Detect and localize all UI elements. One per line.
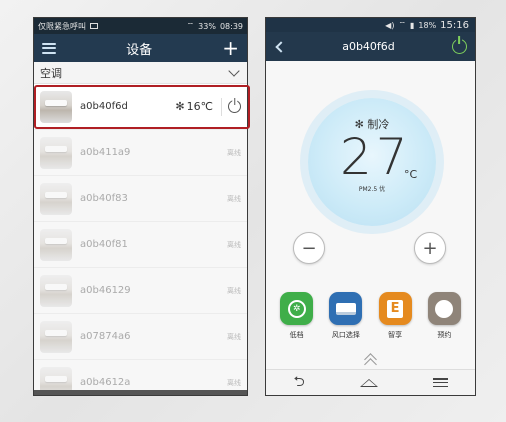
device-row[interactable]: a0b46129 离线 [34, 268, 247, 314]
wifi-icon: ⌔ [186, 21, 195, 30]
device-status: 离线 [227, 378, 241, 387]
device-status: 离线 [227, 332, 241, 341]
screenshot-icon [90, 23, 98, 29]
device-list-screen: 仅限紧急呼叫 ⌔ 33% 08:39 设备 + 空调 a0b40f6d ✻ 16… [33, 17, 248, 396]
function-label: 风口选择 [331, 331, 360, 339]
battery-percent: 18% [418, 20, 437, 30]
device-list: a0b40f6d ✻ 16℃ a0b411a9 离线 a0b40f83 离线 a… [34, 84, 247, 395]
device-name: a07874a6 [80, 331, 131, 342]
device-name: a0b4612a [80, 377, 131, 388]
chevron-down-icon [228, 64, 240, 77]
volume-icon: ◀) [385, 20, 395, 30]
highlight-box [34, 85, 250, 129]
aircon-thumbnail [40, 320, 72, 353]
power-icon[interactable] [451, 39, 467, 54]
temperature-unit: °C [404, 168, 418, 181]
function-row: ✲ 低档 风口选择 E 智享 预约 [266, 292, 475, 340]
fan-icon: ✲ [280, 292, 314, 325]
carrier-text: 仅限紧急呼叫 [38, 21, 86, 31]
system-menu-icon[interactable] [432, 378, 448, 387]
device-status: 离线 [227, 240, 241, 249]
function-label: 预约 [437, 331, 452, 339]
aircon-thumbnail [40, 136, 72, 169]
smart-e-icon: E [378, 292, 412, 325]
increase-temp-button[interactable]: + [414, 232, 446, 264]
pm25-label: PM2.5 优 [358, 186, 386, 193]
function-vent-select[interactable]: 风口选择 [326, 292, 366, 340]
aircon-thumbnail [40, 182, 72, 215]
device-name: a0b40f81 [80, 239, 128, 250]
system-nav-bar: ⮌ [266, 369, 475, 395]
status-bar: ◀) ⌔ ▮ 18% 15:16 [266, 18, 475, 32]
function-label: 智享 [388, 331, 403, 339]
add-device-button[interactable]: + [222, 38, 239, 58]
battery-percent: 33% [198, 21, 216, 31]
device-row[interactable]: a0b40f81 离线 [34, 222, 247, 268]
device-name: a0b411a9 [80, 147, 131, 158]
temperature-value: 27 [340, 128, 412, 186]
decrease-temp-button[interactable]: − [293, 232, 325, 264]
device-status: 离线 [227, 286, 241, 295]
system-home-icon[interactable] [359, 378, 378, 387]
device-row[interactable]: a0b40f83 离线 [34, 176, 247, 222]
time: 15:16 [440, 19, 469, 31]
page-title: a0b40f6d [342, 40, 395, 53]
page-title: 设备 [126, 42, 153, 58]
device-row[interactable]: a07874a6 离线 [34, 314, 247, 360]
function-fan-speed[interactable]: ✲ 低档 [277, 292, 317, 340]
device-status: 离线 [227, 148, 241, 157]
time: 08:39 [219, 21, 243, 31]
alarm-clock-icon [427, 292, 461, 325]
menu-icon[interactable] [42, 42, 56, 54]
back-icon[interactable] [275, 40, 287, 53]
top-nav: 设备 + [34, 34, 247, 62]
signal-icon: ▮ [409, 20, 415, 30]
section-title: 空调 [40, 66, 62, 80]
aircon-thumbnail [40, 274, 72, 307]
vent-icon [329, 292, 363, 325]
wifi-icon: ⌔ [398, 20, 406, 29]
bottom-bar [34, 390, 247, 395]
function-label: 低档 [289, 331, 304, 339]
device-control-screen: ◀) ⌔ ▮ 18% 15:16 a0b40f6d ✻ 制冷 27 °C PM2… [265, 17, 476, 396]
device-name: a0b46129 [80, 285, 131, 296]
function-schedule[interactable]: 预约 [424, 292, 464, 340]
aircon-thumbnail [40, 228, 72, 261]
device-status: 离线 [227, 194, 241, 203]
device-row[interactable]: a0b411a9 离线 [34, 130, 247, 176]
section-header-aircon[interactable]: 空调 [34, 62, 247, 84]
system-back-icon[interactable]: ⮌ [293, 371, 304, 395]
status-bar: 仅限紧急呼叫 ⌔ 33% 08:39 [34, 18, 247, 34]
function-smart[interactable]: E 智享 [375, 292, 415, 340]
temperature-dial: ✻ 制冷 27 °C PM2.5 优 [308, 98, 436, 226]
top-nav: a0b40f6d [266, 32, 475, 61]
device-name: a0b40f83 [80, 193, 128, 204]
